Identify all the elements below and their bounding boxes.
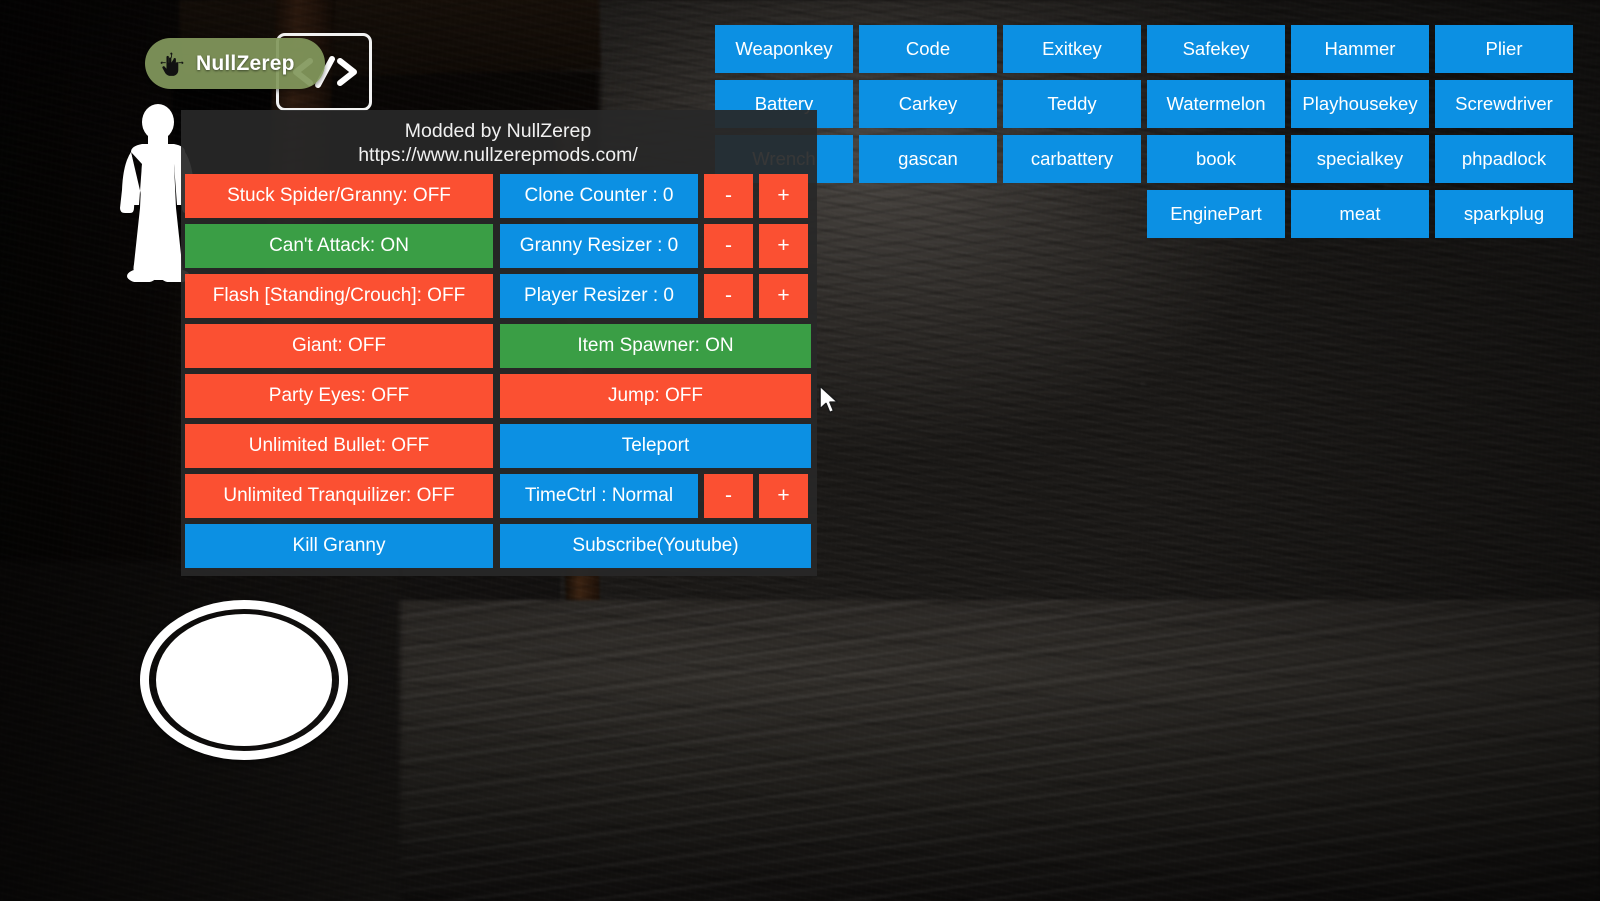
action-button[interactable]: Subscribe(Youtube) [500,523,811,568]
spawn-item-button[interactable]: sparkplug [1435,190,1573,238]
spawn-item-button[interactable]: Hammer [1291,25,1429,73]
spawn-item-button[interactable]: Teddy [1003,80,1141,128]
decrement-button[interactable]: - [704,223,753,268]
mod-menu-row-right: Granny Resizer : 0- + [500,223,811,268]
spawn-item-button[interactable]: meat [1291,190,1429,238]
credit-line-1: Modded by NullZerep [404,120,592,142]
decrement-button[interactable]: - [704,173,753,218]
increment-button[interactable]: + [759,473,808,518]
mod-menu-row-left: Flash [Standing/Crouch]: OFF [185,273,493,318]
decrement-button[interactable]: - [704,273,753,318]
value-button[interactable]: Clone Counter : 0 [500,173,698,218]
mod-menu-row-left: Unlimited Bullet: OFF [185,423,493,468]
mod-menu-row-left: Unlimited Tranquilizer: OFF [185,473,493,518]
game-screen: Weaponkey Code Exitkey Safekey Hammer Plier Ba… [0,0,1600,901]
toggle-button[interactable]: Unlimited Tranquilizer: OFF [185,473,493,518]
spawn-item-button[interactable]: Playhousekey [1291,80,1429,128]
action-button[interactable]: Jump: OFF [500,373,811,418]
spawn-item-button[interactable]: Carkey [859,80,997,128]
spawn-item-button[interactable]: gascan [859,135,997,183]
spawn-item-button[interactable]: Code [859,25,997,73]
mod-menu-row-right: Player Resizer : 0- + [500,273,811,318]
spawn-item-button[interactable]: EnginePart [1147,190,1285,238]
toggle-button[interactable]: Giant: OFF [185,323,493,368]
toggle-button[interactable]: Can't Attack: ON [185,223,493,268]
mod-menu-row: Can't Attack: ON Granny Resizer : 0- + [185,223,811,268]
mod-menu-rows: Stuck Spider/Granny: OFF Clone Counter : … [185,173,811,568]
value-button[interactable]: Granny Resizer : 0 [500,223,698,268]
joystick-knob[interactable] [156,614,332,746]
toggle-button[interactable]: Kill Granny [185,523,493,568]
mod-menu-row-left: Can't Attack: ON [185,223,493,268]
spawn-item-button[interactable]: Plier [1435,25,1573,73]
mod-menu-row: Stuck Spider/Granny: OFF Clone Counter : … [185,173,811,218]
spawn-item-button[interactable]: specialkey [1291,135,1429,183]
spawn-item-button[interactable]: Screwdriver [1435,80,1573,128]
value-button[interactable]: Player Resizer : 0 [500,273,698,318]
toggle-button[interactable]: Unlimited Bullet: OFF [185,423,493,468]
mouse-cursor [818,385,839,421]
value-button[interactable]: TimeCtrl : Normal [500,473,698,518]
drag-badge-label: NullZerep [196,51,295,75]
mod-menu-row-right: Teleport [500,423,811,468]
spawn-item-button[interactable]: Exitkey [1003,25,1141,73]
panel-credits: Modded by NullZerep https://www.nullzere… [185,118,811,174]
mod-menu-row-left: Party Eyes: OFF [185,373,493,418]
drag-move-hand-icon [159,51,185,77]
mod-menu-row: Flash [Standing/Crouch]: OFF Player Resiz… [185,273,811,318]
toggle-button[interactable]: Stuck Spider/Granny: OFF [185,173,493,218]
item-grid-spacer [1003,190,1141,238]
mod-menu-row-left: Kill Granny [185,523,493,568]
mod-menu-row: Unlimited Tranquilizer: OFF TimeCtrl : No… [185,473,811,518]
credit-line-2: https://www.nullzerepmods.com/ [358,143,638,166]
action-button[interactable]: Teleport [500,423,811,468]
movement-joystick[interactable] [140,600,348,765]
spawn-item-button[interactable]: carbattery [1003,135,1141,183]
mod-menu-row-right: TimeCtrl : Normal - + [500,473,811,518]
spawn-item-button[interactable]: book [1147,135,1285,183]
drag-handle-badge[interactable]: NullZerep [145,38,325,89]
mod-menu-row-right: Subscribe(Youtube) [500,523,811,568]
spawn-item-button[interactable]: phpadlock [1435,135,1573,183]
mod-menu-row-left: Giant: OFF [185,323,493,368]
mod-menu-row: Party Eyes: OFF Jump: OFF [185,373,811,418]
toggle-button[interactable]: Flash [Standing/Crouch]: OFF [185,273,493,318]
action-button[interactable]: Item Spawner: ON [500,323,811,368]
increment-button[interactable]: + [759,223,808,268]
increment-button[interactable]: + [759,273,808,318]
mod-menu-row: Unlimited Bullet: OFF Teleport [185,423,811,468]
spawn-item-button[interactable]: Weaponkey [715,25,853,73]
spawn-item-button[interactable]: Watermelon [1147,80,1285,128]
mod-menu-row-right: Item Spawner: ON [500,323,811,368]
increment-button[interactable]: + [759,173,808,218]
toggle-button[interactable]: Party Eyes: OFF [185,373,493,418]
mod-menu-row: Giant: OFF Item Spawner: ON [185,323,811,368]
mod-menu-row: Kill Granny Subscribe(Youtube) [185,523,811,568]
mod-menu-row-left: Stuck Spider/Granny: OFF [185,173,493,218]
decrement-button[interactable]: - [704,473,753,518]
mod-menu-row-right: Jump: OFF [500,373,811,418]
item-spawner-grid[interactable]: Weaponkey Code Exitkey Safekey Hammer Plier Ba… [715,25,1573,238]
mod-menu-panel: Modded by NullZerep https://www.nullzere… [181,110,817,576]
spawn-item-button[interactable]: Safekey [1147,25,1285,73]
item-grid-spacer [859,190,997,238]
mod-menu-row-right: Clone Counter : 0- + [500,173,811,218]
